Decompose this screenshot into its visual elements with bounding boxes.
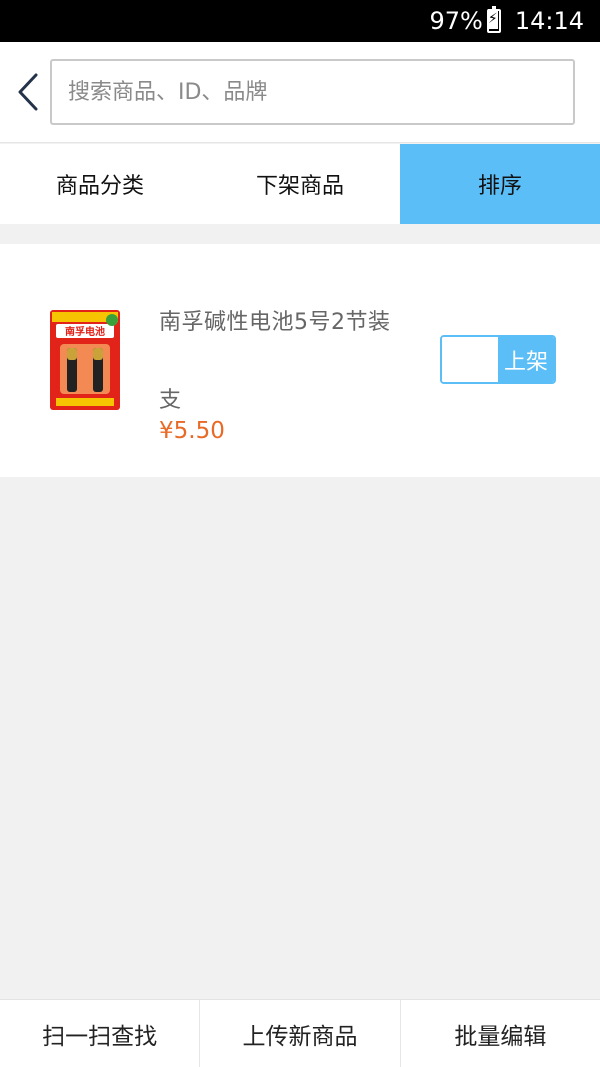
back-button[interactable]	[10, 68, 46, 116]
product-price: ¥5.50	[159, 418, 225, 444]
tab-categories[interactable]: 商品分类	[0, 144, 200, 224]
tab-bar: 商品分类 下架商品 排序	[0, 144, 600, 224]
toggle-knob	[442, 337, 498, 382]
chevron-left-icon	[18, 73, 38, 111]
header	[0, 42, 600, 143]
product-image[interactable]: 南孚电池	[50, 310, 120, 410]
product-unit: 支	[159, 388, 182, 413]
clock: 14:14	[514, 7, 584, 35]
bottom-action-bar: 扫一扫查找 上传新商品 批量编辑	[0, 999, 600, 1067]
tab-sort[interactable]: 排序	[400, 144, 600, 224]
listing-toggle[interactable]: 上架	[440, 335, 556, 384]
upload-product-button[interactable]: 上传新商品	[200, 1000, 401, 1067]
search-input[interactable]	[68, 79, 573, 105]
status-bar: 97% 14:14	[0, 0, 600, 42]
toggle-label: 上架	[498, 337, 554, 382]
scan-search-button[interactable]: 扫一扫查找	[0, 1000, 201, 1067]
batch-edit-button[interactable]: 批量编辑	[401, 1000, 600, 1067]
product-image-brand: 南孚电池	[65, 325, 105, 338]
product-name[interactable]: 南孚碱性电池5号2节装	[159, 304, 391, 336]
battery-charging-icon	[486, 6, 501, 33]
tab-delisted[interactable]: 下架商品	[200, 144, 400, 224]
battery-percentage: 97%	[429, 7, 483, 35]
search-box[interactable]	[50, 59, 575, 125]
